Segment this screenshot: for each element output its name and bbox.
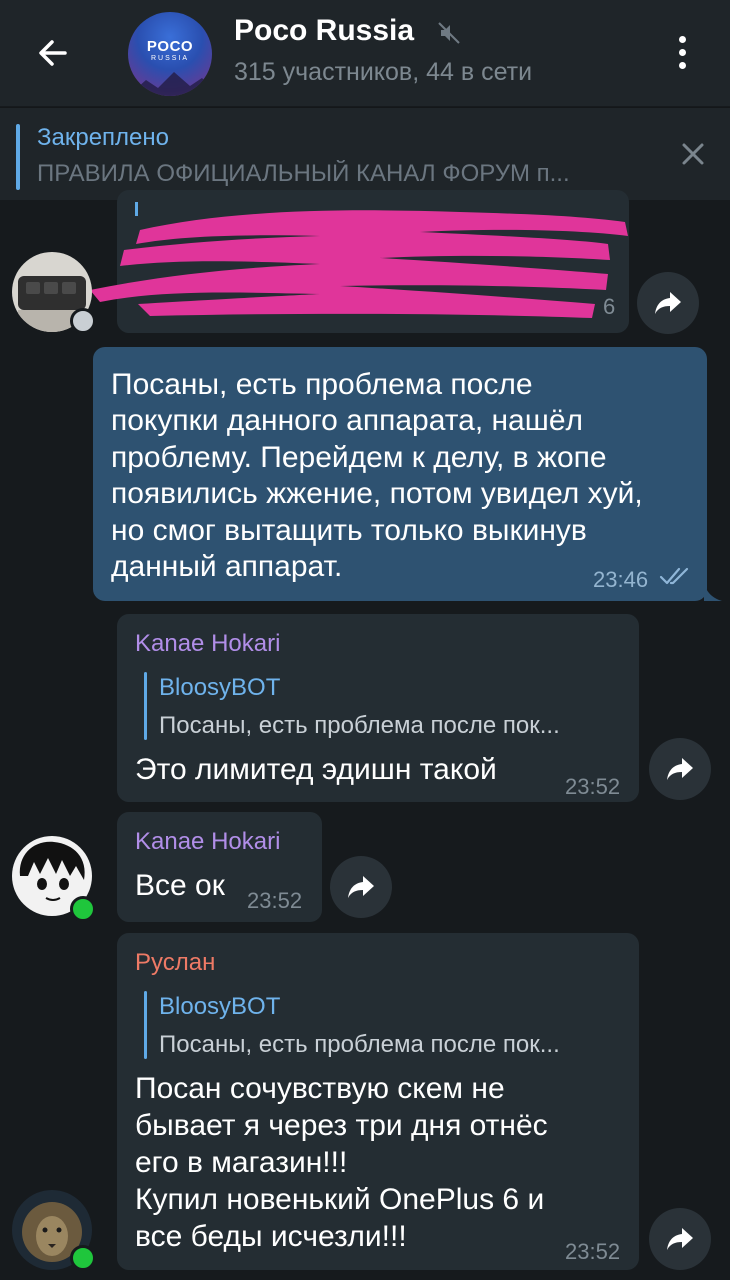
reply-bar bbox=[144, 991, 147, 1059]
status-dot bbox=[70, 308, 96, 334]
more-vertical-icon bbox=[678, 35, 686, 43]
message-line: все беды исчезли!!! bbox=[135, 1220, 407, 1253]
sender-name: Kanae Hokari bbox=[135, 828, 281, 855]
sender-name: Kanae Hokari bbox=[135, 630, 281, 657]
bubble-tail bbox=[704, 582, 722, 601]
arrow-left-icon bbox=[39, 40, 67, 66]
share-button[interactable] bbox=[330, 856, 392, 918]
avatar-logo-subtext: RUSSIA bbox=[150, 55, 190, 62]
outgoing-message-bubble[interactable]: Посаны, есть проблема после покупки данн… bbox=[93, 347, 707, 601]
chat-title[interactable]: Poco Russia bbox=[234, 14, 414, 48]
reply-bar bbox=[144, 672, 147, 740]
pinned-text: ПРАВИЛА ОФИЦИАЛЬНЫЙ КАНАЛ ФОРУМ п... bbox=[37, 160, 570, 187]
chat-screen: { "header": { "title": "Poco Russia", "s… bbox=[0, 0, 730, 1280]
pinned-title: Закреплено bbox=[37, 124, 169, 151]
avatar-logo-text: POCO bbox=[146, 38, 194, 55]
chat-header: POCO RUSSIA Poco Russia 315 участников, … bbox=[0, 0, 730, 106]
forward-share-icon bbox=[655, 292, 681, 314]
share-button[interactable] bbox=[637, 272, 699, 334]
back-button[interactable] bbox=[22, 22, 84, 84]
forward-share-icon bbox=[348, 876, 374, 898]
message-time: 23:52 bbox=[247, 888, 303, 913]
message-text: Все ок bbox=[135, 869, 225, 902]
message-line: данный аппарат. bbox=[111, 550, 343, 583]
reply-author: BloosyBOT bbox=[159, 993, 281, 1020]
message-text: Это лимитед эдишн такой bbox=[135, 753, 497, 786]
redaction-scribble bbox=[90, 210, 628, 318]
message-line: но смог вытащить только выкинув bbox=[111, 514, 587, 547]
chat-subtitle: 315 участников, 44 в сети bbox=[234, 58, 533, 86]
pinned-message-bar[interactable]: Закреплено ПРАВИЛА ОФИЦИАЛЬНЫЙ КАНАЛ ФОР… bbox=[0, 107, 730, 200]
message-line: появились жжение, потом увидел хуй, bbox=[111, 477, 643, 510]
reply-preview: Посаны, есть проблема после пок... bbox=[159, 712, 560, 739]
message-line: Посаны, есть проблема после bbox=[111, 368, 533, 401]
group-avatar[interactable]: POCO RUSSIA bbox=[128, 12, 212, 96]
message-time: 23:52 bbox=[565, 1239, 621, 1264]
forward-share-icon bbox=[667, 758, 693, 780]
incoming-message-bubble[interactable]: Руслан BloosyBOT Посаны, есть проблема п… bbox=[117, 933, 639, 1270]
more-menu-button[interactable] bbox=[662, 24, 702, 80]
message-line: покупки данного аппарата, нашёл bbox=[111, 404, 584, 437]
message-list[interactable]: 6 Посаны, есть проблема после покупки да… bbox=[0, 190, 730, 1280]
double-check-icon bbox=[659, 567, 689, 585]
share-button[interactable] bbox=[649, 738, 711, 800]
message-time: 23:46 bbox=[593, 567, 649, 592]
close-icon[interactable] bbox=[680, 141, 706, 167]
online-indicator bbox=[70, 896, 96, 922]
sender-name: Руслан bbox=[135, 949, 216, 976]
pinned-accent-bar bbox=[16, 124, 20, 190]
message-line: Посан сочувствую скем не bbox=[135, 1072, 505, 1105]
incoming-message-bubble[interactable]: Kanae Hokari BloosyBOT Посаны, есть проб… bbox=[117, 614, 639, 802]
reply-preview: Посаны, есть проблема после пок... bbox=[159, 1031, 560, 1058]
share-button[interactable] bbox=[649, 1208, 711, 1270]
message-line: его в магазин!!! bbox=[135, 1146, 348, 1179]
message-line: Купил новенький OnePlus 6 и bbox=[135, 1183, 545, 1216]
message-line: проблему. Перейдем к делу, в жопе bbox=[111, 441, 607, 474]
forward-share-icon bbox=[667, 1228, 693, 1250]
incoming-message-bubble[interactable]: Kanae Hokari Все ок 23:52 bbox=[117, 812, 322, 922]
online-indicator bbox=[70, 1245, 96, 1271]
message-time: 23:52 bbox=[565, 774, 621, 799]
muted-icon bbox=[438, 22, 460, 44]
reply-author: BloosyBOT bbox=[159, 674, 281, 701]
message-line: бывает я через три дня отнёс bbox=[135, 1109, 548, 1142]
mountain-graphic bbox=[128, 72, 212, 96]
